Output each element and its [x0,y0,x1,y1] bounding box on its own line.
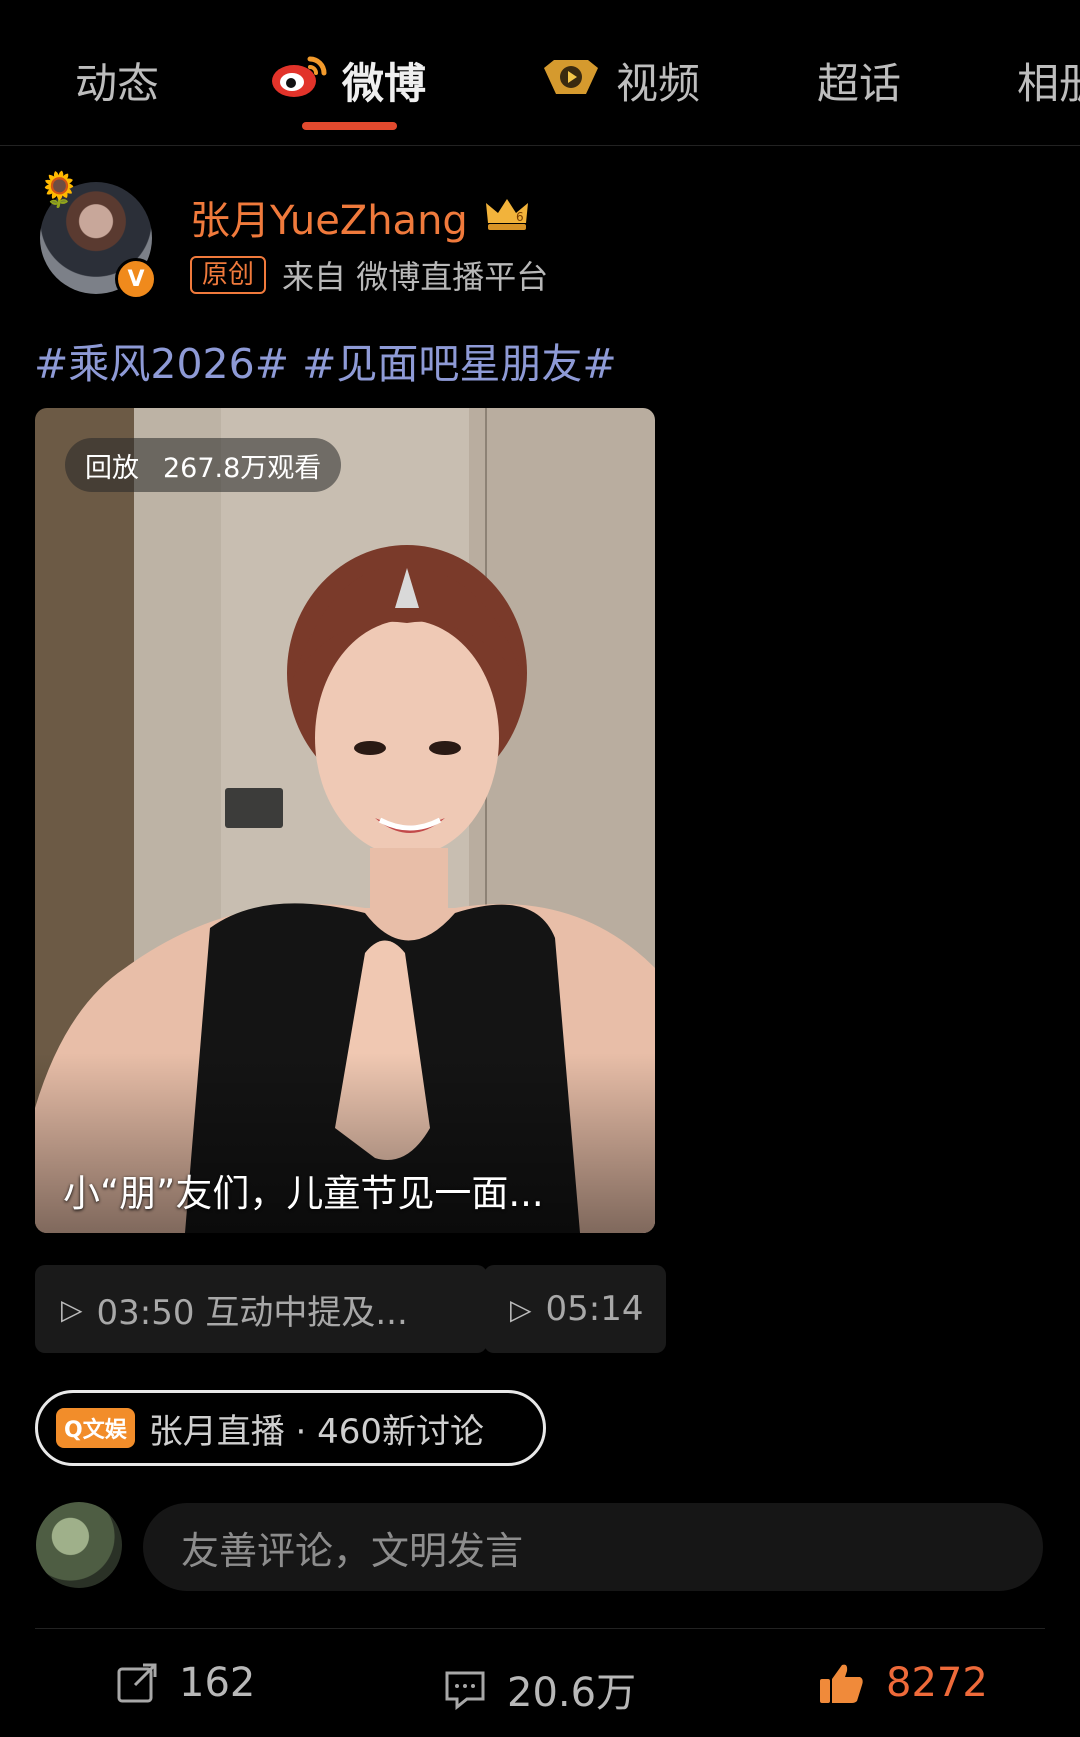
repost-button[interactable]: 162 [115,1660,255,1706]
my-avatar[interactable] [36,1502,122,1588]
like-button[interactable]: 8272 [818,1660,988,1706]
topic-pill[interactable]: Q文娱 张月直播 · 460新讨论 [35,1390,546,1466]
tab-super-topic[interactable]: 超话 [817,50,901,111]
comment-count: 20.6万 [507,1670,637,1716]
clip-label: 03:50 互动中提及... [96,1292,408,1333]
clip-chip[interactable]: ▷ 03:50 互动中提及... [35,1265,487,1353]
tab-video[interactable]: 视频 [540,50,700,111]
author-name-text: 张月YueZhang [190,198,468,244]
thumbs-up-icon [820,1664,863,1703]
weibo-logo-icon [270,53,328,109]
comment-input[interactable]: 友善评论，文明发言 [143,1503,1043,1591]
tab-label: 视频 [616,59,701,108]
tab-label: 相册 [1017,59,1080,108]
tab-album[interactable]: 相册 [1017,50,1080,111]
tab-dynamic[interactable]: 动态 [75,50,159,111]
verified-badge-icon: V [115,258,157,300]
clip-chip[interactable]: ▷ 05:14 [484,1265,666,1353]
replay-status: 回放 [85,452,139,484]
comment-button[interactable]: 20.6万 [443,1660,636,1718]
replay-badge: 回放 267.8万观看 [65,438,342,492]
topic-label: 张月直播 · 460新讨论 [148,1411,485,1452]
author-name[interactable]: 张月YueZhang 6 [190,188,532,246]
tab-weibo[interactable]: 微博 [270,50,426,111]
play-icon: ▷ [510,1292,532,1326]
divider [35,1628,1045,1629]
clip-label: 05:14 [545,1289,644,1329]
live-replay-video[interactable]: 回放 267.8万观看 小“朋”友们，儿童节见一面... [35,408,655,1233]
like-count: 8272 [886,1660,988,1706]
view-count: 267.8万观看 [163,452,322,484]
top-tab-bar: 动态 微博 视频 超话 相册 [0,0,1080,146]
post-meta: 原创 来自 微博直播平台 [190,252,548,298]
tab-label: 超话 [817,59,902,108]
hashtags[interactable]: #乘风2026# #见面吧星朋友# [34,330,617,390]
comment-icon [445,1671,485,1711]
sunflower-icon: 🌻 [38,170,81,210]
repost-icon [117,1663,157,1703]
post-source[interactable]: 来自 微博直播平台 [282,252,548,298]
original-tag: 原创 [190,256,267,294]
video-play-icon [540,54,602,108]
tab-label: 动态 [75,59,160,108]
play-icon: ▷ [61,1292,83,1326]
comment-placeholder: 友善评论，文明发言 [181,1528,524,1573]
tab-label: 微博 [342,59,427,108]
svg-text:6: 6 [516,210,524,224]
video-caption: 小“朋”友们，儿童节见一面... [63,1172,544,1215]
crown-badge-icon[interactable]: 6 [482,193,532,241]
active-tab-indicator [302,122,397,130]
repost-count: 162 [179,1660,256,1706]
author-avatar-block[interactable]: 🌻 V [38,170,158,300]
entertainment-badge: Q文娱 [56,1408,135,1448]
